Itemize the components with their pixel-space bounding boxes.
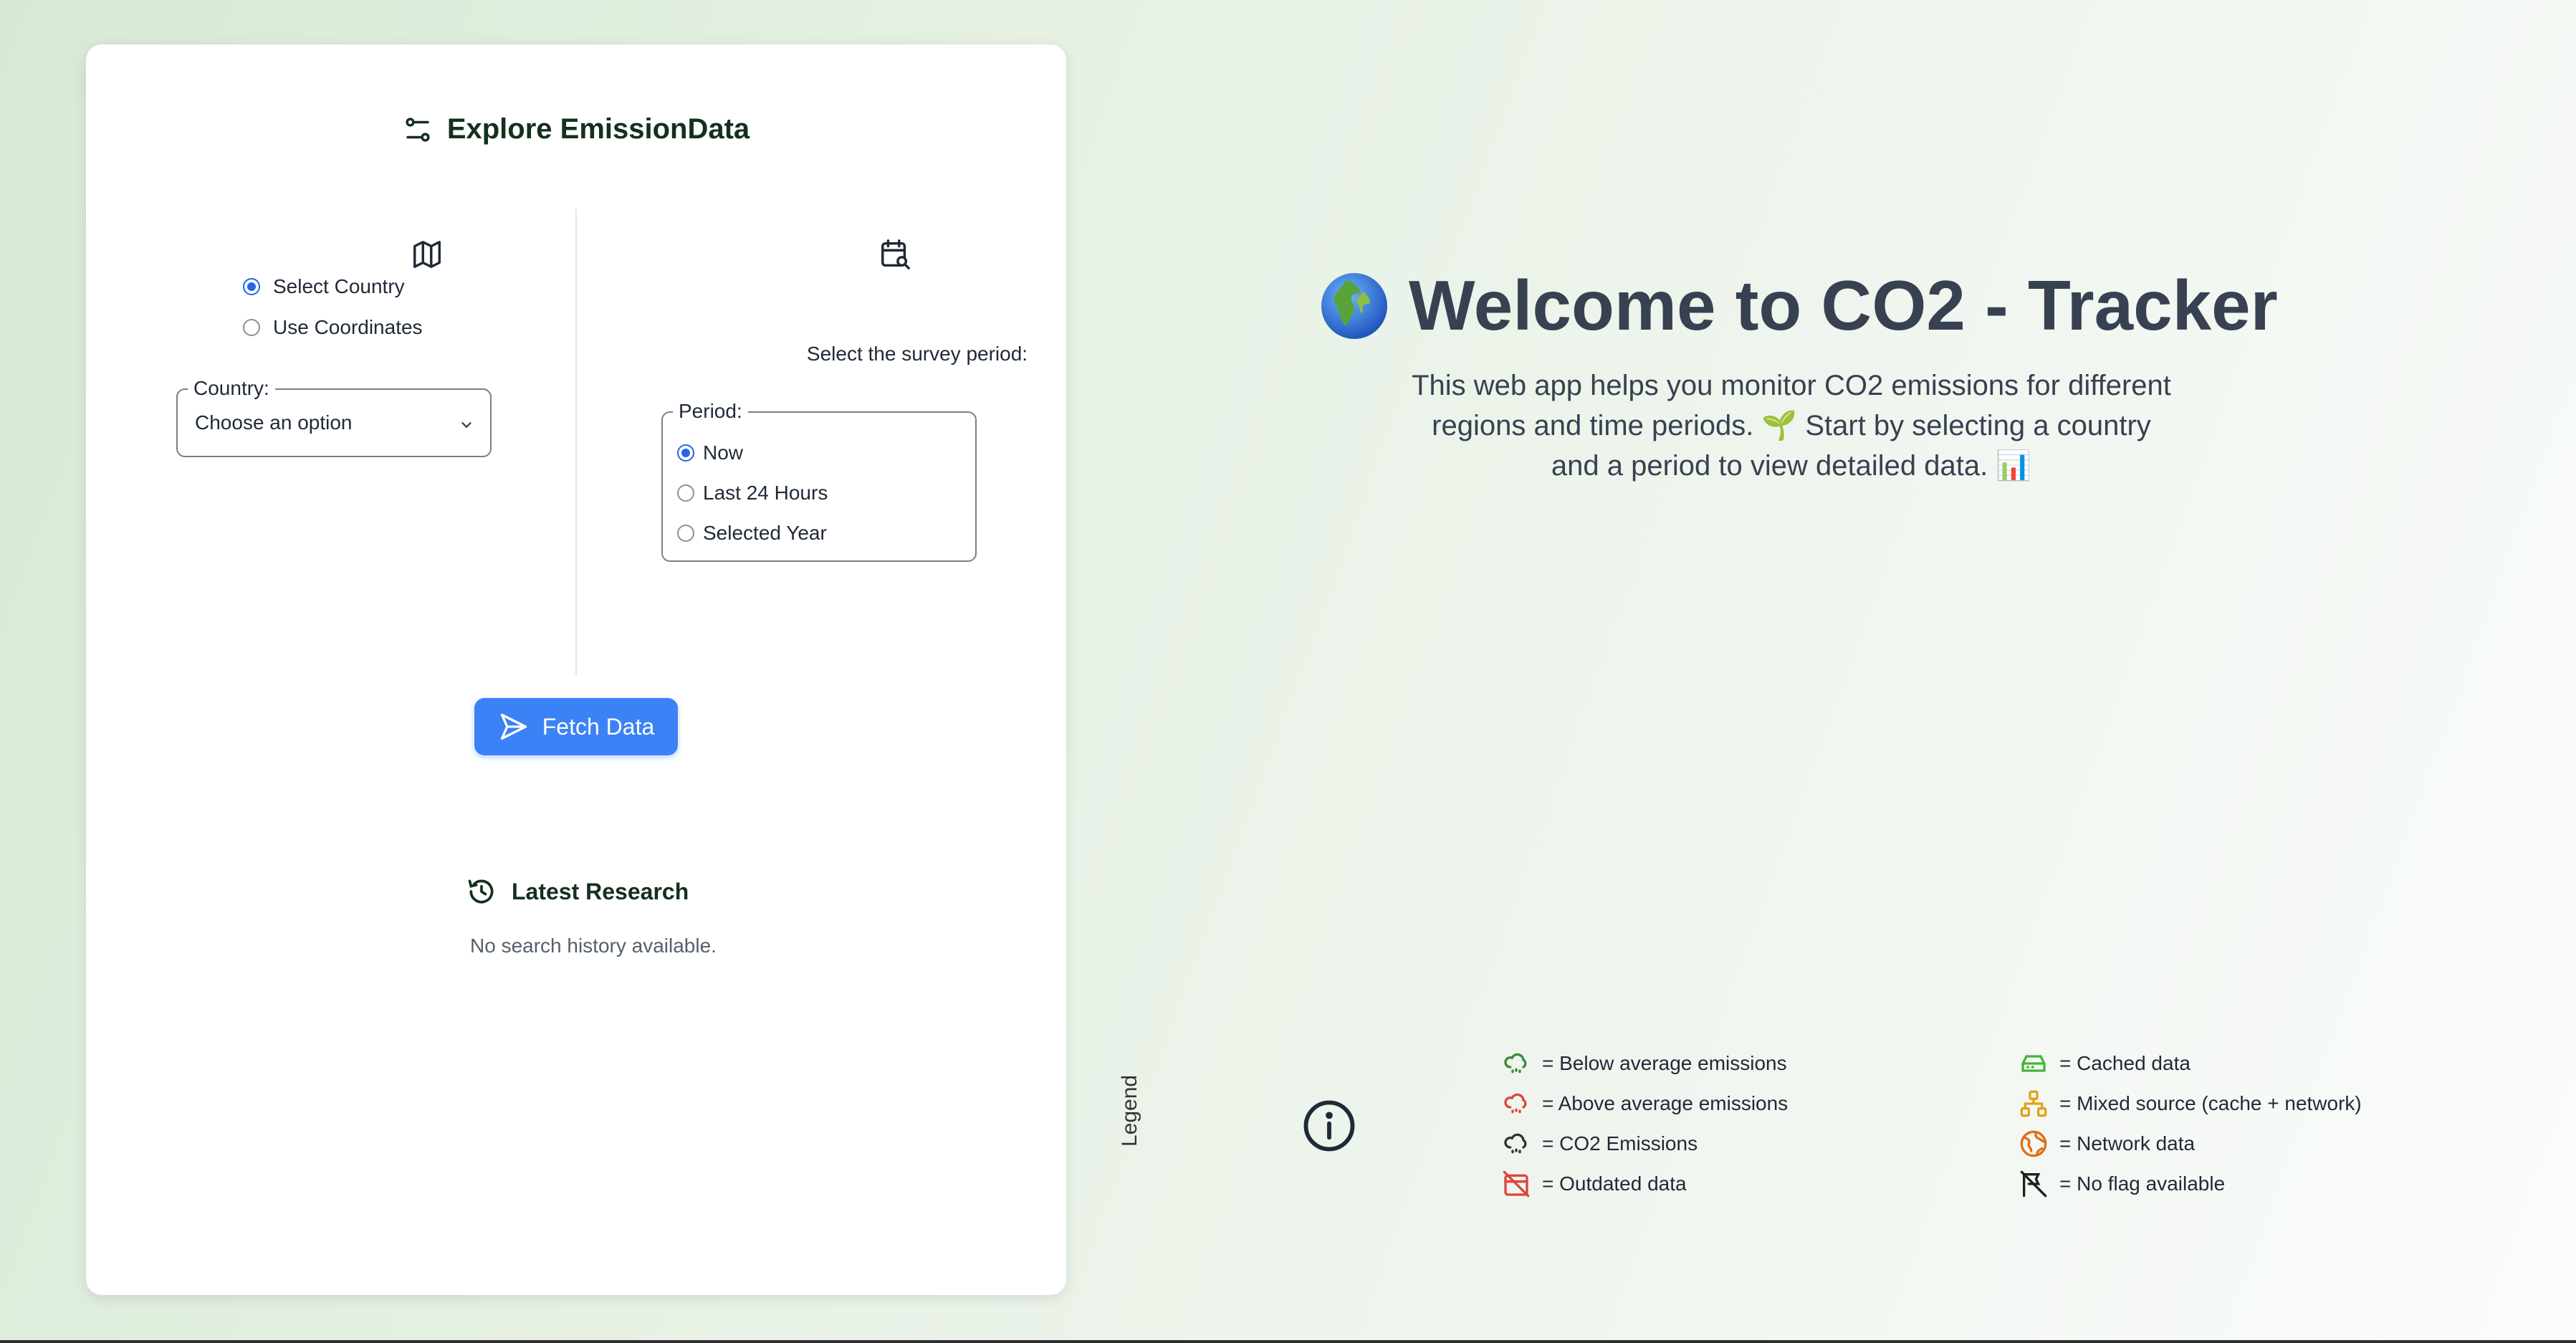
calendar-off-icon	[1503, 1170, 1530, 1198]
radio-select-country-indicator[interactable]	[243, 278, 260, 295]
globe-icon	[2020, 1130, 2047, 1157]
radio-period-now-label: Now	[703, 441, 744, 464]
radio-use-coordinates-label: Use Coordinates	[273, 316, 423, 338]
panel-header: Explore EmissionData	[86, 113, 1066, 145]
info-icon[interactable]	[1301, 1098, 1357, 1154]
globe-emoji-icon	[1321, 272, 1387, 339]
chevron-down-icon[interactable]	[459, 417, 474, 433]
legend-item-above-average: = Above average emissions	[1502, 1089, 1788, 1118]
fetch-data-label: Fetch Data	[542, 713, 655, 740]
legend-item-network: = Network data	[2019, 1129, 2195, 1158]
legend-item-co2-emissions: = CO2 Emissions	[1502, 1129, 1698, 1158]
legend-item-cached: = Cached data	[2019, 1049, 2190, 1078]
legend-item-mixed-source-label: = Mixed source (cache + network)	[2059, 1092, 2362, 1114]
legend-label: Legend	[1118, 1074, 1141, 1147]
welcome-heading: Welcome to CO2 - Tracker	[1318, 265, 2278, 346]
period-fieldset: Period: Now Last 24 Hours Selected Year	[661, 400, 977, 562]
radio-period-year[interactable]: Selected Year	[677, 522, 827, 545]
legend-item-outdated-label: = Outdated data	[1542, 1172, 1687, 1195]
cloud-green-icon	[1504, 1053, 1527, 1074]
no-history-text: No search history available.	[470, 935, 717, 957]
send-icon	[500, 713, 527, 740]
fetch-data-button[interactable]: Fetch Data	[474, 698, 678, 755]
period-prompt: Select the survey period:	[806, 343, 1028, 365]
country-select-value[interactable]: Choose an option	[195, 411, 353, 434]
bottom-edge	[0, 1340, 2576, 1343]
radio-period-now-indicator[interactable]	[677, 444, 694, 462]
map-icon	[413, 241, 441, 268]
legend-item-mixed-source: = Mixed source (cache + network)	[2019, 1089, 2362, 1118]
legend-item-above-average-label: = Above average emissions	[1542, 1092, 1789, 1114]
cloud-dark-icon	[1504, 1133, 1527, 1154]
radio-period-24h[interactable]: Last 24 Hours	[677, 482, 828, 505]
radio-period-24h-label: Last 24 Hours	[703, 482, 828, 504]
country-label: Country:	[188, 377, 275, 400]
explore-panel: Explore EmissionData Select Country Use …	[86, 44, 1066, 1295]
intro-text: This web app helps you monitor CO2 emiss…	[1412, 370, 2171, 482]
legend-item-no-flag-label: = No flag available	[2059, 1172, 2226, 1195]
legend-item-co2-emissions-label: = CO2 Emissions	[1542, 1132, 1698, 1155]
welcome-title: Welcome to CO2 - Tracker	[1409, 266, 2278, 345]
history-icon	[468, 879, 494, 904]
radio-period-year-label: Selected Year	[703, 522, 827, 544]
period-label: Period:	[673, 400, 748, 423]
legend-item-outdated: = Outdated data	[1502, 1170, 1687, 1198]
latest-research-header: Latest Research	[466, 876, 689, 907]
legend-item-below-average: = Below average emissions	[1502, 1049, 1787, 1078]
cloud-red-icon	[1504, 1093, 1527, 1114]
legend-item-no-flag: = No flag available	[2019, 1170, 2225, 1198]
column-divider	[575, 209, 577, 675]
radio-use-coordinates[interactable]: Use Coordinates	[243, 316, 423, 339]
panel-title: Explore EmissionData	[446, 113, 750, 145]
radio-period-now[interactable]: Now	[677, 441, 743, 464]
legend-item-cached-label: = Cached data	[2059, 1052, 2190, 1074]
filter-settings-icon	[406, 117, 430, 142]
radio-use-coordinates-indicator[interactable]	[243, 319, 260, 336]
radio-period-24h-indicator[interactable]	[677, 484, 694, 502]
latest-research-title: Latest Research	[512, 878, 689, 904]
radio-select-country[interactable]: Select Country	[243, 275, 405, 298]
flag-off-icon	[2020, 1170, 2047, 1198]
network-icon	[2020, 1090, 2047, 1117]
legend-item-network-label: = Network data	[2059, 1132, 2196, 1155]
radio-select-country-label: Select Country	[273, 275, 405, 297]
radio-period-year-indicator[interactable]	[677, 525, 694, 542]
legend-item-below-average-label: = Below average emissions	[1542, 1052, 1787, 1074]
calendar-search-icon	[881, 239, 910, 269]
country-select[interactable]: Country: Choose an option	[176, 377, 492, 457]
hard-drive-icon	[2021, 1055, 2046, 1072]
